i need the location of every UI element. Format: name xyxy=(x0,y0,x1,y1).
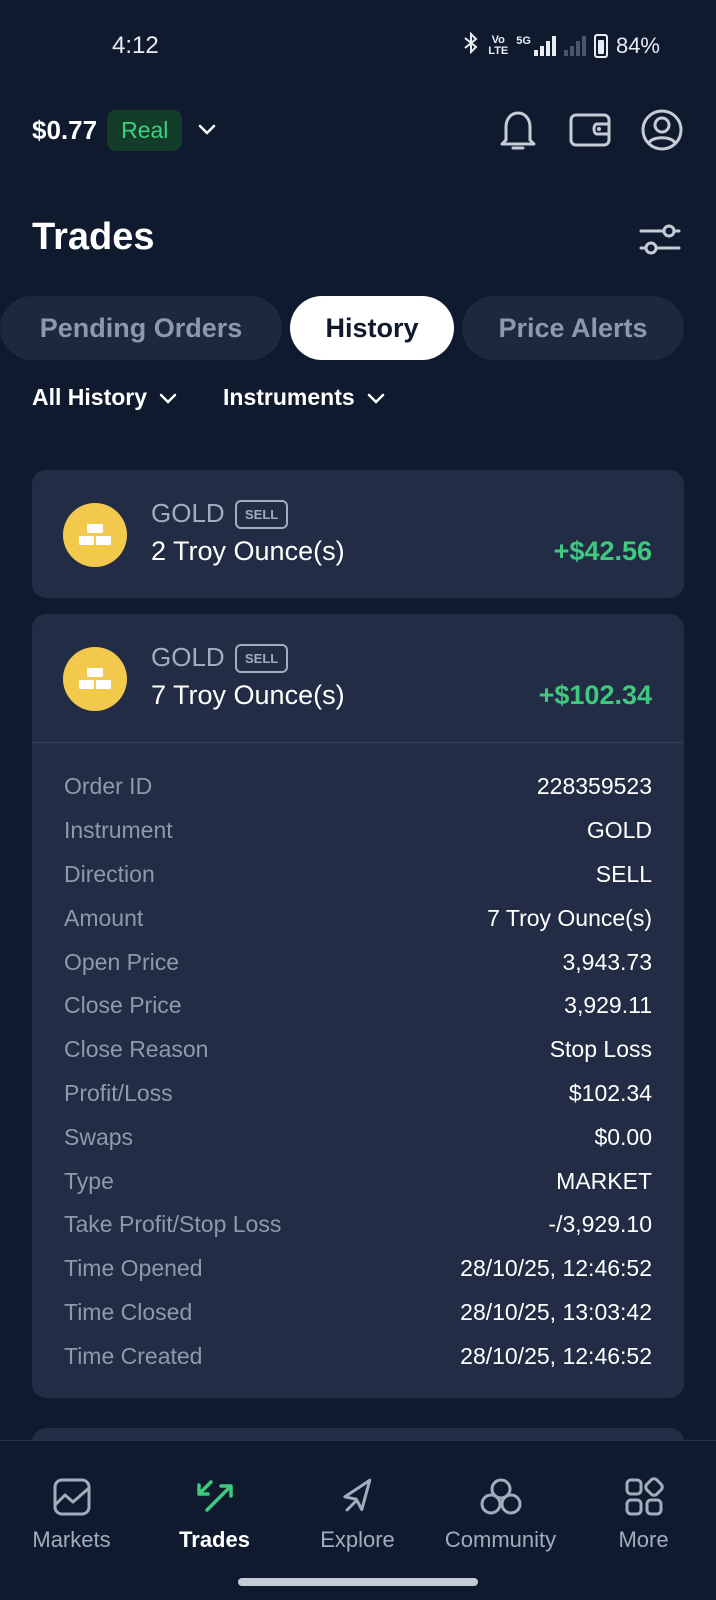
side-badge: SELL xyxy=(235,500,289,529)
sliders-icon[interactable] xyxy=(638,222,682,258)
profile-icon[interactable] xyxy=(640,108,684,152)
detail-row-close-reason: Close Reason Stop Loss xyxy=(64,1036,652,1063)
wallet-icon[interactable] xyxy=(568,108,612,152)
trade-pnl: +$102.34 xyxy=(538,680,652,710)
detail-row-order-id: Order ID 228359523 xyxy=(64,773,652,800)
instrument-name: GOLD xyxy=(151,642,225,672)
trades-arrows-icon xyxy=(193,1475,237,1519)
chevron-down-icon xyxy=(367,384,385,411)
tab-history[interactable]: History xyxy=(290,296,454,360)
detail-row-swaps: Swaps $0.00 xyxy=(64,1123,652,1150)
detail-row-time-opened: Time Opened 28/10/25, 12:46:52 xyxy=(64,1255,652,1282)
trade-quantity: 7 Troy Ounce(s) xyxy=(151,680,345,710)
community-icon xyxy=(479,1475,523,1519)
trade-card-header[interactable]: GOLD SELL 7 Troy Ounce(s) +$102.34 xyxy=(32,614,684,742)
battery-level: 84% xyxy=(615,33,660,58)
detail-row-time-created: Time Created 28/10/25, 12:46:52 xyxy=(64,1342,652,1369)
tab-pending-orders[interactable]: Pending Orders xyxy=(0,296,282,360)
side-badge: SELL xyxy=(235,644,289,673)
chevron-down-icon[interactable] xyxy=(194,117,220,143)
history-range-dropdown[interactable]: All History xyxy=(32,384,177,411)
detail-row-time-closed: Time Closed 28/10/25, 13:03:42 xyxy=(64,1298,652,1325)
gold-bars-icon xyxy=(63,647,127,711)
trades-tabs: Pending Orders History Price Alerts xyxy=(0,296,716,360)
trades-screen: 4:12 Vo LTE 5G 84% $0.77 Real Trades Pen… xyxy=(0,0,716,1600)
bluetooth-icon xyxy=(462,31,480,60)
chevron-down-icon xyxy=(159,384,177,411)
trade-card-expanded[interactable]: GOLD SELL 7 Troy Ounce(s) +$102.34 Order… xyxy=(32,614,684,1399)
detail-row-type: Type MARKET xyxy=(64,1167,652,1194)
instruments-dropdown[interactable]: Instruments xyxy=(223,384,385,411)
compass-icon xyxy=(336,1475,380,1519)
account-balance[interactable]: $0.77 xyxy=(32,115,97,146)
tab-price-alerts[interactable]: Price Alerts xyxy=(462,296,684,360)
status-bar: 4:12 Vo LTE 5G 84% xyxy=(0,0,716,90)
detail-row-instrument: Instrument GOLD xyxy=(64,817,652,844)
account-type-badge[interactable]: Real xyxy=(107,109,183,151)
trade-card-header[interactable]: GOLD SELL 2 Troy Ounce(s) +$42.56 xyxy=(32,470,684,598)
nav-explore[interactable]: Explore xyxy=(286,1441,429,1571)
detail-row-direction: Direction SELL xyxy=(64,860,652,887)
signal-5g-icon: 5G xyxy=(516,36,556,56)
account-header: $0.77 Real xyxy=(32,100,684,160)
history-filters: All History Instruments xyxy=(32,384,385,411)
detail-row-profit-loss: Profit/Loss $102.34 xyxy=(64,1079,652,1106)
instrument-name: GOLD xyxy=(151,498,225,528)
nav-community[interactable]: Community xyxy=(429,1441,572,1571)
nav-more[interactable]: More xyxy=(572,1441,715,1571)
trade-quantity: 2 Troy Ounce(s) xyxy=(151,536,345,566)
gold-bars-icon xyxy=(63,503,127,567)
trade-details: Order ID 228359523 Instrument GOLD Directi… xyxy=(32,743,684,1398)
home-indicator[interactable] xyxy=(238,1578,478,1586)
detail-row-close-price: Close Price 3,929.11 xyxy=(64,992,652,1019)
status-time: 4:12 xyxy=(112,32,159,59)
status-icons: Vo LTE 5G 84% xyxy=(462,31,660,60)
detail-row-open-price: Open Price 3,943.73 xyxy=(64,948,652,975)
page-title: Trades xyxy=(32,216,155,258)
detail-row-amount: Amount 7 Troy Ounce(s) xyxy=(64,904,652,931)
battery-icon xyxy=(593,34,608,58)
trade-pnl: +$42.56 xyxy=(553,536,652,566)
detail-row-tp-sl: Take Profit/Stop Loss -/3,929.10 xyxy=(64,1211,652,1238)
trade-card[interactable]: GOLD SELL 2 Troy Ounce(s) +$42.56 xyxy=(32,470,684,598)
signal-dim-icon xyxy=(563,36,586,56)
bottom-nav: Markets Trades Explore Community More xyxy=(0,1440,716,1570)
bell-icon[interactable] xyxy=(496,108,540,152)
nav-trades[interactable]: Trades xyxy=(143,1441,286,1571)
chart-icon xyxy=(50,1475,94,1519)
volte-icon: Vo LTE xyxy=(488,34,509,57)
nav-markets[interactable]: Markets xyxy=(0,1441,143,1571)
grid-icon xyxy=(622,1475,666,1519)
